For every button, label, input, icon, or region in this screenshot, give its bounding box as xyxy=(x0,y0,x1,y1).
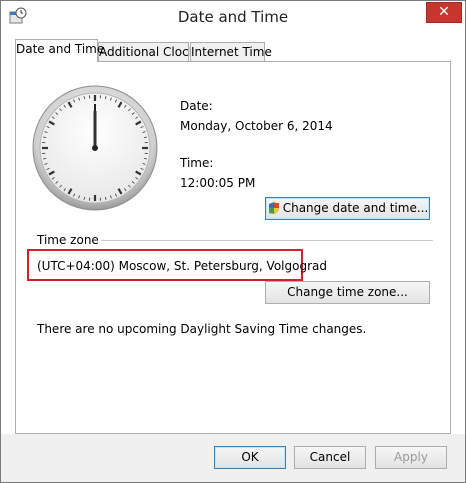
tab-label: Internet Time xyxy=(191,45,272,59)
tab-additional-clocks[interactable]: Additional Clocks xyxy=(98,42,202,62)
date-value: Monday, October 6, 2014 xyxy=(180,119,333,133)
date-time-dialog: Date and Time ✕ Date and Time Additional… xyxy=(0,0,466,483)
change-time-zone-button[interactable]: Change time zone... xyxy=(265,281,430,304)
change-time-zone-label: Change time zone... xyxy=(287,285,408,299)
section-divider xyxy=(101,240,433,241)
analog-clock-icon xyxy=(32,85,158,211)
ok-label: OK xyxy=(241,450,259,464)
window-title: Date and Time xyxy=(177,8,289,26)
apply-label: Apply xyxy=(394,450,428,464)
close-icon: ✕ xyxy=(438,4,450,20)
date-label: Date: xyxy=(180,99,213,113)
cancel-button[interactable]: Cancel xyxy=(294,446,366,469)
tab-label: Date and Time xyxy=(16,42,105,56)
dst-message: There are no upcoming Daylight Saving Ti… xyxy=(37,322,367,336)
tab-date-and-time[interactable]: Date and Time xyxy=(15,39,104,62)
apply-button[interactable]: Apply xyxy=(375,446,447,469)
time-value: 12:00:05 PM xyxy=(180,176,256,190)
change-date-time-label: Change date and time... xyxy=(282,201,429,215)
time-zone-value: (UTC+04:00) Moscow, St. Petersburg, Volg… xyxy=(37,259,327,273)
title-bar: Date and Time ✕ xyxy=(1,1,465,33)
close-button[interactable]: ✕ xyxy=(426,2,462,23)
change-date-time-button[interactable]: Change date and time... xyxy=(265,197,430,220)
tab-internet-time[interactable]: Internet Time xyxy=(190,42,272,62)
ok-button[interactable]: OK xyxy=(214,446,286,469)
time-zone-heading: Time zone xyxy=(37,233,99,247)
time-label: Time: xyxy=(180,156,214,170)
uac-shield-icon xyxy=(268,202,279,214)
tab-label: Additional Clocks xyxy=(99,45,202,59)
cancel-label: Cancel xyxy=(309,450,351,464)
